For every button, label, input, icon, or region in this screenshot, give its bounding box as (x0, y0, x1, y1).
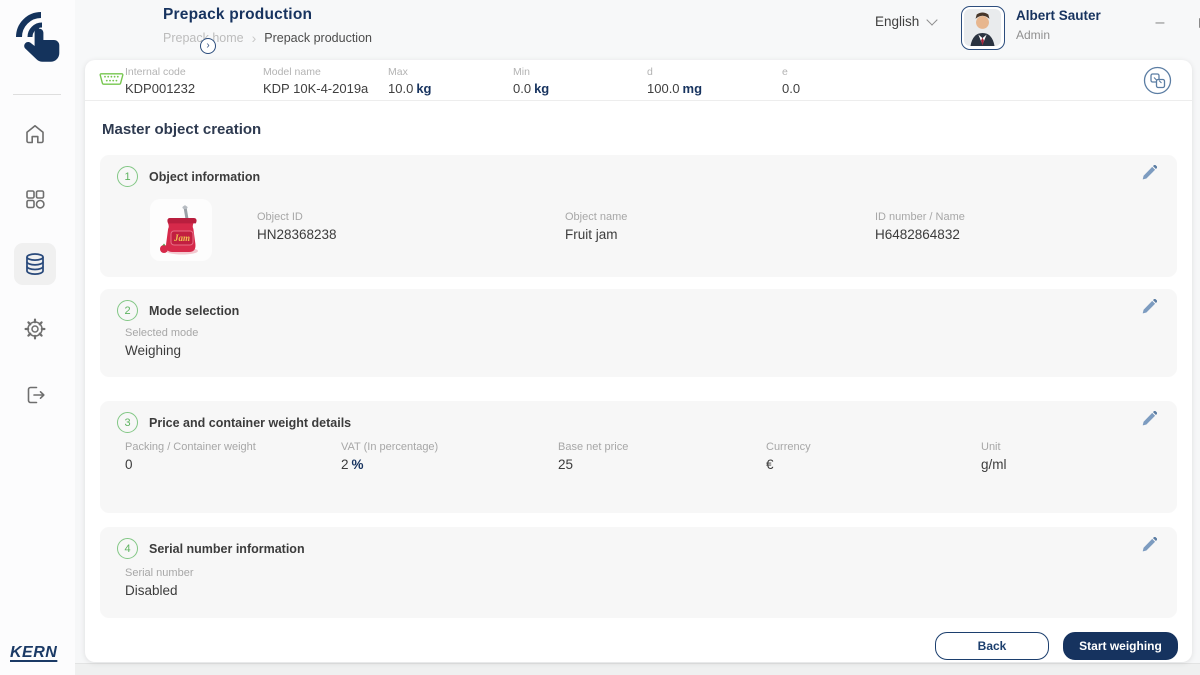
section-heading: Master object creation (102, 121, 261, 138)
field-object-id: Object ID HN28368238 (257, 211, 337, 242)
gear-icon (23, 317, 47, 341)
logout-icon (23, 383, 47, 407)
field-object-name: Object name Fruit jam (565, 211, 627, 242)
language-label: English (875, 14, 919, 29)
user-name: Albert Sauter (1016, 8, 1101, 23)
window-maximize-button[interactable] (1191, 10, 1200, 36)
apps-grid-icon (23, 187, 47, 211)
sidebar: KERN (0, 0, 75, 675)
device-field-e: e 0.0 (782, 66, 800, 96)
sidebar-item-apps[interactable] (14, 178, 56, 220)
breadcrumb-separator-icon: › (252, 30, 257, 46)
pencil-icon (1141, 537, 1157, 553)
edit-price-details-button[interactable] (1141, 411, 1157, 432)
field-vat-percentage: VAT (In percentage) 2% (341, 441, 438, 472)
home-icon (23, 122, 47, 146)
field-selected-mode: Selected mode Weighing (125, 327, 198, 358)
device-field-model-name: Model name KDP 10K-4-2019a (263, 66, 368, 96)
app-logo-touch-icon (8, 6, 66, 73)
field-packing-container-weight: Packing / Container weight 0 (125, 441, 256, 472)
edit-serial-number-button[interactable] (1141, 537, 1157, 558)
pencil-icon (1141, 165, 1157, 181)
device-field-max: Max 10.0kg (388, 66, 431, 96)
field-currency: Currency € (766, 441, 811, 472)
device-field-d: d 100.0mg (647, 66, 702, 96)
section-title: Price and container weight details (149, 416, 351, 430)
user-role: Admin (1016, 28, 1101, 42)
object-image-fruit-jam: Jam (150, 199, 212, 261)
main-panel: Internal code KDP001232 Model name KDP 1… (85, 60, 1192, 662)
sidebar-item-logout[interactable] (14, 374, 56, 416)
pencil-icon (1141, 411, 1157, 427)
step-number-badge: 3 (117, 412, 138, 433)
breadcrumb: Prepack home › Prepack production (163, 30, 372, 46)
pencil-icon (1141, 299, 1157, 315)
svg-text:Jam: Jam (173, 233, 190, 243)
field-unit: Unit g/ml (981, 441, 1007, 472)
switch-device-icon (1142, 65, 1173, 96)
card-price-container-weight: 3 Price and container weight details Pac… (100, 401, 1177, 513)
back-button[interactable]: Back (935, 632, 1049, 660)
kern-brand-logo: KERN (10, 644, 57, 662)
sidebar-item-home[interactable] (14, 113, 56, 155)
sidebar-divider (13, 94, 61, 95)
window-minimize-button[interactable]: – (1147, 10, 1173, 36)
user-info: Albert Sauter Admin (1016, 8, 1101, 42)
edit-object-information-button[interactable] (1141, 165, 1157, 186)
window-bottom-edge (75, 663, 1200, 675)
start-weighing-button[interactable]: Start weighing (1063, 632, 1178, 660)
database-icon (22, 251, 48, 277)
device-info-bar: Internal code KDP001232 Model name KDP 1… (85, 60, 1192, 101)
connector-port-icon (99, 72, 124, 91)
step-number-badge: 1 (117, 166, 138, 187)
card-object-information: 1 Object information Jam Object (100, 155, 1177, 277)
sidebar-item-database[interactable] (14, 243, 56, 285)
card-serial-number-information: 4 Serial number information Serial numbe… (100, 527, 1177, 618)
breadcrumb-current: Prepack production (264, 31, 372, 45)
avatar-photo (964, 9, 1001, 46)
step-number-badge: 2 (117, 300, 138, 321)
language-selector[interactable]: English (875, 14, 936, 29)
step-number-badge: 4 (117, 538, 138, 559)
top-header: Prepack production Prepack home › Prepac… (75, 0, 1200, 60)
section-title: Object information (149, 170, 260, 184)
field-base-net-price: Base net price 25 (558, 441, 628, 472)
device-field-min: Min 0.0kg (513, 66, 549, 96)
section-title: Mode selection (149, 304, 239, 318)
field-serial-number: Serial number Disabled (125, 567, 193, 598)
user-avatar[interactable] (961, 6, 1005, 50)
card-mode-selection: 2 Mode selection Selected mode Weighing (100, 289, 1177, 377)
edit-mode-selection-button[interactable] (1141, 299, 1157, 320)
sidebar-item-settings[interactable] (14, 308, 56, 350)
switch-device-button[interactable] (1142, 65, 1173, 101)
page-title: Prepack production (163, 6, 372, 24)
section-title: Serial number information (149, 542, 305, 556)
chevron-down-icon (927, 14, 938, 25)
device-field-internal-code: Internal code KDP001232 (125, 66, 195, 96)
sidebar-collapse-button[interactable]: › (200, 38, 216, 54)
field-id-number-name: ID number / Name H6482864832 (875, 211, 965, 242)
